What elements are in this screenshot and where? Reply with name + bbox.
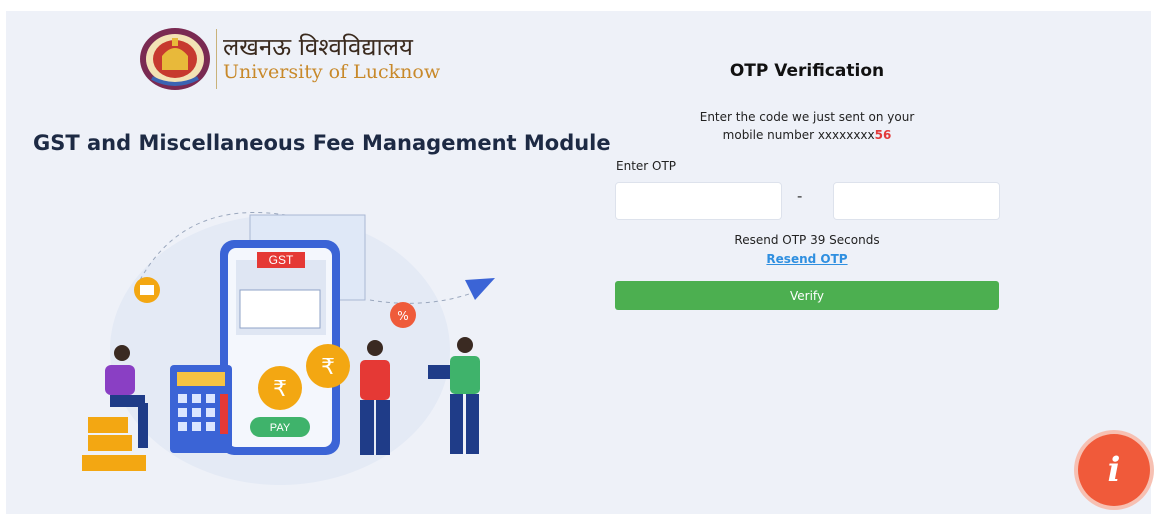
rupee-coin-icon: ₹ [273,377,287,402]
otp-input-group-1 [615,182,782,220]
otp-separator: - [797,188,803,205]
rupee-coin-2-icon: ₹ [321,355,335,380]
coin-stack-icon [82,417,146,471]
enter-otp-label: Enter OTP [616,159,677,173]
otp-instructions: Enter the code we just sent on your mobi… [615,108,999,144]
otp-input-group-2 [833,182,1000,220]
logo-divider [216,29,217,89]
paper-plane-icon [465,278,495,300]
resend-otp-link[interactable]: Resend OTP [766,252,847,266]
module-title: GST and Miscellaneous Fee Management Mod… [33,131,611,155]
percent-icon: % [397,309,408,323]
payment-illustration: GST ₹ ₹ PAY % [82,212,495,485]
otp-instructions-line1: Enter the code we just sent on your [699,110,915,124]
university-name-english: University of Lucknow [223,61,441,83]
university-logo: लखनऊ विश्वविद्यालय University of Lucknow [138,26,440,92]
verify-button[interactable]: Verify [615,281,999,310]
otp-digit-4[interactable] [834,183,999,219]
resend-otp-timer: Resend OTP 39 Seconds [734,233,880,247]
otp-instructions-line2: mobile number xxxxxxxx56 [615,126,999,144]
info-icon: i [1107,450,1121,490]
info-button[interactable]: i [1078,434,1150,506]
mail-icon [140,285,154,295]
university-name-hindi: लखनऊ विश्वविद्यालय [223,33,413,61]
mobile-number-last-digits: 56 [874,128,892,142]
university-seal-icon [140,28,210,90]
otp-digit-1[interactable] [616,183,781,219]
otp-verification-title: OTP Verification [729,61,885,81]
pay-label: PAY [270,422,291,434]
gst-tag: GST [269,253,294,267]
masked-mobile-number: mobile number xxxxxxxx [722,128,875,142]
